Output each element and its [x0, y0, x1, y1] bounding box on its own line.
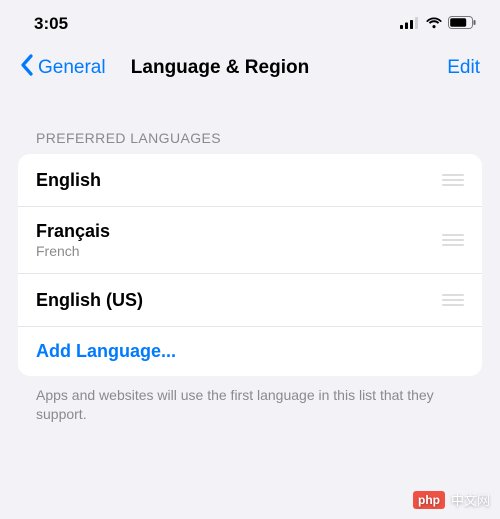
list-item[interactable]: English (US) — [18, 274, 482, 327]
list-item[interactable]: English — [18, 154, 482, 207]
watermark: php 中文网 — [413, 490, 490, 509]
language-subtitle: French — [36, 243, 110, 259]
back-label: General — [38, 57, 106, 79]
status-indicators — [400, 14, 476, 34]
add-language-button[interactable]: Add Language... — [18, 327, 482, 376]
language-name: English — [36, 170, 101, 191]
language-name: English (US) — [36, 290, 143, 311]
reorder-handle-icon[interactable] — [442, 168, 464, 192]
back-button[interactable]: General — [20, 54, 106, 82]
nav-bar: General Language & Region Edit — [0, 42, 500, 94]
status-time: 3:05 — [34, 14, 68, 34]
battery-icon — [448, 14, 476, 34]
reorder-handle-icon[interactable] — [442, 228, 464, 252]
section-header-preferred-languages: PREFERRED LANGUAGES — [0, 130, 500, 146]
language-list: English Français French English (US) Add… — [18, 154, 482, 376]
footer-note: Apps and websites will use the first lan… — [0, 376, 500, 424]
page-title: Language & Region — [131, 57, 309, 79]
cellular-signal-icon — [400, 14, 420, 34]
chevron-left-icon — [20, 54, 34, 82]
status-bar: 3:05 — [0, 0, 500, 42]
list-item[interactable]: Français French — [18, 207, 482, 274]
add-language-label: Add Language... — [36, 341, 176, 362]
wifi-icon — [425, 14, 443, 34]
language-name: Français — [36, 221, 110, 242]
watermark-text: 中文网 — [451, 490, 490, 509]
watermark-logo: php — [413, 491, 445, 509]
edit-button[interactable]: Edit — [447, 57, 480, 79]
reorder-handle-icon[interactable] — [442, 288, 464, 312]
